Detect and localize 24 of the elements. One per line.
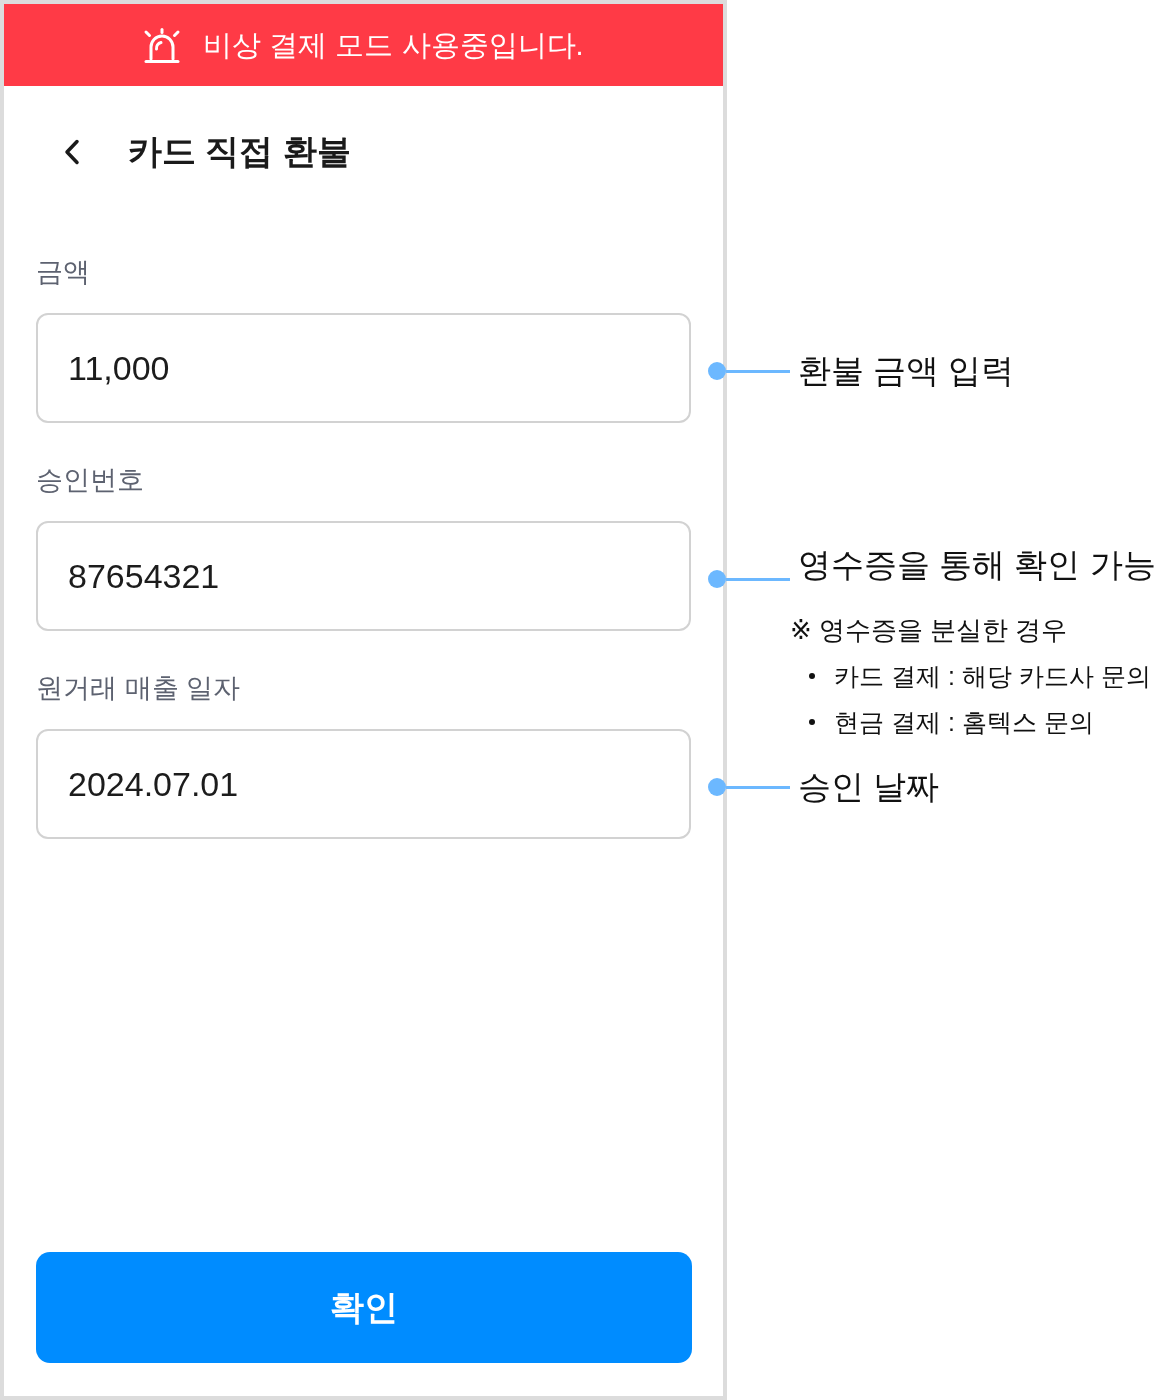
leader-line [726, 577, 790, 581]
input-field[interactable]: 2024.07.01 [36, 729, 691, 839]
note-item: 현금 결제 : 홈텍스 문의 [834, 707, 1094, 738]
dot-icon [708, 570, 726, 588]
note-item: 카드 결제 : 해당 카드사 문의 [834, 661, 1151, 692]
bullet-icon [809, 719, 815, 725]
annotation-text: 환불 금액 입력 [798, 351, 1015, 391]
input-field[interactable]: 11,000 [36, 313, 691, 423]
chevron-left-icon [64, 139, 80, 165]
input-field[interactable]: 87654321 [36, 521, 691, 631]
siren-icon [143, 26, 182, 64]
field-label: 금액 [36, 256, 90, 289]
note-heading: ※ 영수증을 분실한 경우 [790, 614, 1068, 647]
dot-icon [708, 778, 726, 796]
field-label: 원거래 매출 일자 [36, 672, 240, 705]
field-label: 승인번호 [36, 464, 144, 497]
bullet-icon [809, 673, 815, 679]
leader-line [726, 369, 790, 373]
annotation-text: 영수증을 통해 확인 가능 [798, 545, 1156, 585]
leader-line [726, 785, 790, 789]
page-title: 카드 직접 환불 [128, 131, 351, 172]
banner-text: 비상 결제 모드 사용중입니다. [203, 28, 584, 63]
annotation-text: 승인 날짜 [798, 767, 940, 807]
dot-icon [708, 362, 726, 380]
